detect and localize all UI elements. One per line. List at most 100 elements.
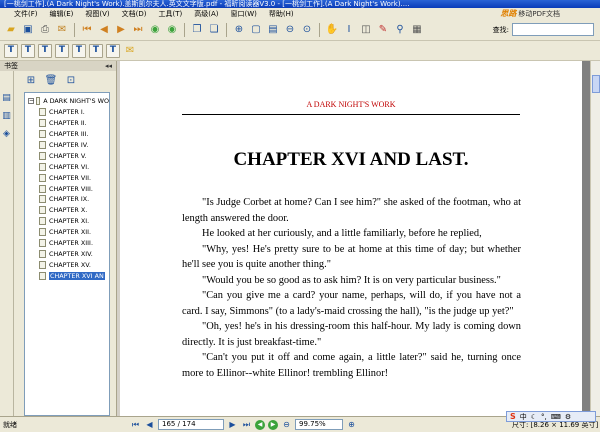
first-page-icon[interactable]: ⏮ <box>130 419 141 430</box>
bookmark-icon <box>39 217 46 226</box>
zoom-menu-icon[interactable]: ⊙ <box>300 23 314 37</box>
bookmark-item[interactable]: CHAPTER I. <box>25 107 109 118</box>
layers-tab-icon[interactable]: ◈ <box>2 129 12 139</box>
bookmark-item[interactable]: CHAPTER XIII. <box>25 238 109 249</box>
bookmark-icon <box>39 195 46 204</box>
delete-bookmark-icon[interactable]: 🗑 <box>44 74 58 88</box>
new-bookmark-icon[interactable]: ⊡ <box>64 74 78 88</box>
paragraph: "Can you give me a card? your name, perh… <box>182 290 521 317</box>
zoom-in-icon[interactable]: ⊕ <box>346 419 357 430</box>
zoom-field[interactable]: 99.75% <box>295 419 343 430</box>
menu-tools[interactable]: 工具(T) <box>153 9 189 19</box>
menu-view[interactable]: 视图(V) <box>79 9 115 19</box>
next-page-icon[interactable]: ▶ <box>114 23 128 37</box>
bookmark-item[interactable]: CHAPTER X. <box>25 205 109 216</box>
collapse-icon[interactable]: − <box>28 98 34 105</box>
bookmark-item[interactable]: CHAPTER XII. <box>25 227 109 238</box>
last-page-icon[interactable]: ⏭ <box>241 419 252 430</box>
text-field-icon[interactable]: T <box>55 43 69 58</box>
chapter-title: CHAPTER XVI AND LAST. <box>233 149 469 170</box>
continuous-icon[interactable]: ❏ <box>207 23 221 37</box>
bookmark-label: CHAPTER XIV. <box>49 249 93 258</box>
text-tool-icon[interactable]: T <box>4 43 18 58</box>
menu-edit[interactable]: 编辑(E) <box>44 9 80 19</box>
select-tool-icon[interactable]: Ⅰ <box>342 23 356 37</box>
single-page-icon[interactable]: ❐ <box>190 23 204 37</box>
text-box-icon[interactable]: T <box>38 43 52 58</box>
bookmark-label: CHAPTER III. <box>49 130 89 139</box>
settings-icon[interactable]: ⚙ <box>565 413 571 421</box>
bookmark-item[interactable]: CHAPTER VII. <box>25 172 109 183</box>
back-icon[interactable]: ◉ <box>148 23 162 37</box>
bookmark-root[interactable]: − A DARK NIGHT'S WO <box>25 96 109 107</box>
bookmark-label: CHAPTER I. <box>49 108 85 117</box>
first-page-icon[interactable]: ⏮ <box>80 23 94 37</box>
bookmark-item[interactable]: CHAPTER VI. <box>25 161 109 172</box>
typewriter-icon[interactable]: T <box>21 43 35 58</box>
bookmark-item-selected[interactable]: CHAPTER XVI AN <box>25 270 109 281</box>
zoom-out-icon[interactable]: ⊖ <box>283 23 297 37</box>
forward-icon[interactable]: ◉ <box>165 23 179 37</box>
prev-page-icon[interactable]: ◀ <box>97 23 111 37</box>
email-icon[interactable]: ✉ <box>55 23 69 37</box>
hand-tool-icon[interactable]: ✋ <box>325 23 339 37</box>
text-strike-icon[interactable]: T <box>89 43 103 58</box>
bookmark-item[interactable]: CHAPTER II. <box>25 118 109 129</box>
menu-advanced[interactable]: 高级(A) <box>188 9 224 19</box>
forward-icon[interactable]: ▶ <box>268 419 278 430</box>
page-number-field[interactable]: 165 / 174 <box>158 419 224 430</box>
zoom-in-icon[interactable]: ⊕ <box>232 23 246 37</box>
bookmark-label: CHAPTER VIII. <box>49 184 93 193</box>
bookmark-label: CHAPTER IX. <box>49 195 90 204</box>
pdf-page[interactable]: A DARK NIGHT'S WORK CHAPTER XVI AND LAST… <box>120 61 582 416</box>
zoom-out-icon[interactable]: ⊖ <box>281 419 292 430</box>
fit-page-icon[interactable]: ▤ <box>266 23 280 37</box>
actual-size-icon[interactable]: ▢ <box>249 23 263 37</box>
menu-file[interactable]: 文件(F) <box>8 9 44 19</box>
save-icon[interactable]: ▣ <box>21 23 35 37</box>
bookmark-item[interactable]: CHAPTER XV. <box>25 259 109 270</box>
bookmarks-tab-icon[interactable]: ▤ <box>2 93 12 103</box>
panel-title: 书签 <box>4 62 18 70</box>
text-underline-icon[interactable]: T <box>106 43 120 58</box>
brand-banner[interactable]: 思路 移动PDF文档 <box>500 8 560 19</box>
open-icon[interactable]: ▰ <box>4 23 18 37</box>
text-highlight-icon[interactable]: T <box>72 43 86 58</box>
menu-window[interactable]: 窗口(W) <box>225 9 263 19</box>
last-page-icon[interactable]: ⏭ <box>131 23 145 37</box>
bookmark-item[interactable]: CHAPTER III. <box>25 129 109 140</box>
pages-tab-icon[interactable]: ▥ <box>2 111 12 121</box>
bookmark-item[interactable]: CHAPTER V. <box>25 150 109 161</box>
print-icon[interactable]: ⎙ <box>38 23 52 37</box>
collapse-panel-icon[interactable]: ◂◂ <box>105 62 112 70</box>
search-input[interactable] <box>512 23 594 36</box>
bookmark-item[interactable]: CHAPTER IV. <box>25 140 109 151</box>
punctuation-icon[interactable]: °, <box>541 413 547 421</box>
bookmark-item[interactable]: CHAPTER IX. <box>25 194 109 205</box>
expand-bookmark-icon[interactable]: ⊞ <box>24 74 38 88</box>
bookmark-item[interactable]: CHAPTER VIII. <box>25 183 109 194</box>
keyboard-icon[interactable]: ⌨ <box>551 413 561 421</box>
scrollbar-thumb[interactable] <box>592 75 600 93</box>
moon-icon[interactable]: ☾ <box>531 413 537 421</box>
bookmark-icon <box>39 260 46 269</box>
find-icon[interactable]: ⚲ <box>393 23 407 37</box>
bookmark-label: CHAPTER XI. <box>49 217 90 226</box>
image-icon[interactable]: ▦ <box>410 23 424 37</box>
annotate-icon[interactable]: ✎ <box>376 23 390 37</box>
next-page-icon[interactable]: ▶ <box>227 419 238 430</box>
document-view[interactable]: A DARK NIGHT'S WORK CHAPTER XVI AND LAST… <box>120 61 590 416</box>
ime-toolbar[interactable]: S 中 ☾ °, ⌨ ⚙ <box>506 411 596 422</box>
comment-icon[interactable]: ✉ <box>123 44 137 58</box>
menu-document[interactable]: 文档(D) <box>116 9 153 19</box>
ime-mode-label[interactable]: 中 <box>520 412 527 422</box>
bookmark-item[interactable]: CHAPTER XI. <box>25 216 109 227</box>
paragraph: "Would you be so good as to ask him? It … <box>202 274 501 286</box>
prev-page-icon[interactable]: ◀ <box>144 419 155 430</box>
snapshot-icon[interactable]: ◫ <box>359 23 373 37</box>
bookmark-item[interactable]: CHAPTER XIV. <box>25 248 109 259</box>
back-icon[interactable]: ◀ <box>255 419 265 430</box>
vertical-scrollbar[interactable] <box>590 61 600 416</box>
menu-help[interactable]: 帮助(H) <box>263 9 300 19</box>
search-box: 查找: <box>493 23 594 36</box>
